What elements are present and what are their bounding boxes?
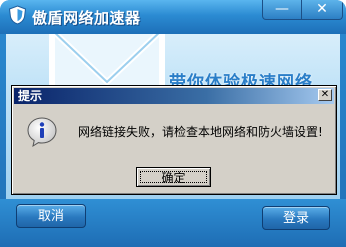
- info-icon: [27, 117, 57, 148]
- app-title: 傲盾网络加速器: [32, 9, 141, 27]
- dialog-title: 提示: [18, 89, 43, 103]
- dialog-close-button[interactable]: ✕: [318, 89, 332, 101]
- cancel-button[interactable]: 取消: [16, 204, 86, 228]
- shield-logo-icon: [8, 5, 27, 25]
- ok-button-label: 确定: [140, 171, 207, 184]
- app-footer: 取消 登录: [0, 199, 346, 247]
- login-button[interactable]: 登录: [262, 206, 330, 230]
- minimize-button[interactable]: —: [262, 0, 302, 20]
- dialog-message: 网络链接失败，请检查本地网络和防火墙设置!: [78, 125, 323, 139]
- ok-button[interactable]: 确定: [136, 167, 211, 187]
- dialog-titlebar[interactable]: 提示 ✕: [14, 88, 334, 104]
- app-titlebar[interactable]: 傲盾网络加速器 — ✕: [0, 0, 346, 34]
- close-button[interactable]: ✕: [301, 0, 343, 20]
- alert-dialog: 提示 ✕ 网络链接失败，请检查本地网络和防火墙设置! 确定: [11, 85, 337, 195]
